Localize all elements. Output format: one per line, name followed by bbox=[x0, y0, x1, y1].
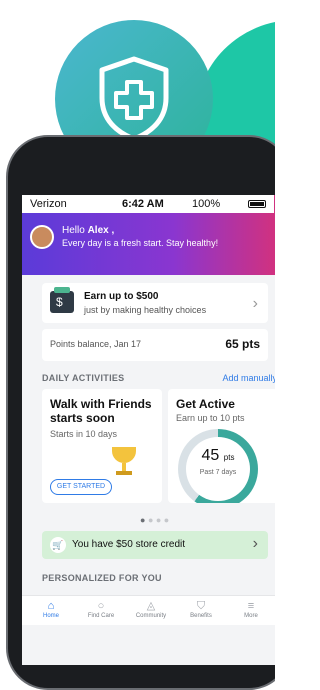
app-screen: Verizon 6:42 AM 100% Hello Alex , Every … bbox=[22, 195, 275, 665]
phone-frame: Verizon 6:42 AM 100% Hello Alex , Every … bbox=[6, 135, 275, 690]
tab-find-care[interactable]: ○ Find Care bbox=[76, 600, 126, 619]
greeting-header: Verizon 6:42 AM 100% Hello Alex , Every … bbox=[22, 195, 275, 275]
add-manually-link[interactable]: Add manually bbox=[222, 373, 275, 383]
battery-icon bbox=[248, 200, 266, 208]
avatar[interactable] bbox=[30, 225, 54, 249]
battery-percent: 100% bbox=[192, 198, 221, 210]
clock: 6:42 AM bbox=[122, 198, 164, 210]
search-icon: ○ bbox=[97, 600, 105, 612]
points-label: Points balance, Jan 17 bbox=[50, 339, 142, 349]
points-progress-ring: 45 pts Past 7 days bbox=[178, 429, 258, 503]
earn-rewards-card[interactable]: Earn up to $500 just by making healthy c… bbox=[42, 283, 268, 323]
earn-title: Earn up to $500 bbox=[84, 291, 159, 302]
bottom-tab-bar: ⌂ Home ○ Find Care ◬ Community ⛉ Benefits ≡ M… bbox=[22, 595, 275, 625]
greeting-message: Every day is a fresh start. Stay healthy… bbox=[62, 238, 219, 248]
earn-subtitle: just by making healthy choices bbox=[84, 305, 207, 315]
cart-icon: 🛒 bbox=[50, 537, 66, 553]
status-bar: Verizon 6:42 AM 100% bbox=[22, 195, 274, 213]
get-active-description: Earn up to 10 pts bbox=[176, 413, 245, 423]
greeting-line: Hello Alex , bbox=[62, 225, 115, 236]
get-started-button[interactable]: GET STARTED bbox=[50, 479, 112, 495]
marketing-stage: Verizon 6:42 AM 100% Hello Alex , Every … bbox=[0, 0, 275, 690]
tab-home[interactable]: ⌂ Home bbox=[26, 600, 76, 619]
shield-icon: ⛉ bbox=[196, 600, 206, 612]
points-value: 65 pts bbox=[225, 337, 260, 351]
walk-description: Starts in 10 days bbox=[50, 429, 118, 439]
personalized-heading: PERSONALIZED FOR YOU bbox=[42, 573, 162, 583]
wallet-icon bbox=[50, 287, 74, 313]
activity-period: Past 7 days bbox=[199, 469, 237, 476]
chevron-right-icon: › bbox=[252, 295, 258, 312]
carrier-label: Verizon bbox=[30, 198, 67, 210]
trophy-icon bbox=[112, 447, 136, 477]
home-icon: ⌂ bbox=[47, 600, 55, 612]
store-credit-banner[interactable]: 🛒 You have $50 store credit › bbox=[42, 531, 268, 559]
people-icon: ◬ bbox=[146, 600, 156, 612]
get-active-card[interactable]: Get Active Earn up to 10 pts 45 pts Past… bbox=[168, 389, 275, 503]
walk-title-line1: Walk with Friends bbox=[50, 397, 152, 411]
walk-title-line2: starts soon bbox=[50, 411, 115, 425]
chevron-right-icon: › bbox=[252, 535, 258, 552]
shield-plus-icon bbox=[99, 56, 169, 142]
points-balance-card[interactable]: Points balance, Jan 17 65 pts bbox=[42, 329, 268, 361]
walk-with-friends-card[interactable]: Walk with Friends starts soon Starts in … bbox=[42, 389, 162, 503]
menu-icon: ≡ bbox=[247, 600, 255, 612]
carousel-dots: ● ● ● ● bbox=[140, 515, 170, 525]
activity-points: 45 pts bbox=[201, 447, 235, 464]
store-credit-text: You have $50 store credit bbox=[72, 539, 186, 550]
get-active-title: Get Active bbox=[176, 397, 235, 411]
tab-more[interactable]: ≡ More bbox=[226, 600, 275, 619]
daily-activities-heading: DAILY ACTIVITIES bbox=[42, 373, 125, 383]
tab-community[interactable]: ◬ Community bbox=[126, 600, 176, 619]
tab-benefits[interactable]: ⛉ Benefits bbox=[176, 600, 226, 619]
